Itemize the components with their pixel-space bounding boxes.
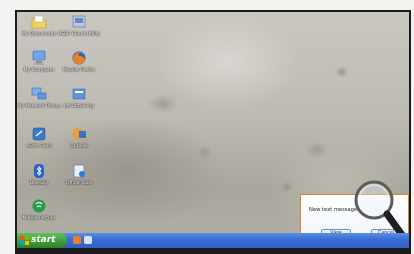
windows-logo-icon xyxy=(20,236,29,245)
desktop-icon-mobile-partner[interactable]: Mobile Partner xyxy=(17,198,61,221)
folder-icon xyxy=(31,15,47,29)
start-button[interactable]: start xyxy=(17,233,67,248)
icon-label: eSafe Tools xyxy=(26,144,52,149)
firefox-icon xyxy=(72,51,86,65)
outlook-icon xyxy=(72,128,86,140)
desktop: My Documents My Computer My Network Plac… xyxy=(17,12,409,248)
desktop-icon-my-computer[interactable]: My Computer xyxy=(17,50,61,73)
network-icon xyxy=(31,87,47,100)
icon-label: Mozilla Firefox xyxy=(62,68,96,73)
tools-icon xyxy=(32,127,46,141)
desktop-icon-jet-obtaining[interactable]: Jet Obtaining xyxy=(57,86,101,109)
desktop-icon-mozilla-firefox[interactable]: Mozilla Firefox xyxy=(57,50,101,73)
monitor-bezel: My Documents My Computer My Network Plac… xyxy=(15,10,411,254)
desktop-icon-my-network-places[interactable]: My Network Places xyxy=(17,86,61,109)
icon-label: My Computer xyxy=(23,68,55,73)
icon-label: My Documents xyxy=(21,32,57,37)
icon-label: My Network Places xyxy=(17,104,61,109)
office-icon xyxy=(73,164,85,178)
icon-label: Mobile Partner xyxy=(22,216,56,221)
mobile-partner-icon xyxy=(32,199,46,213)
firefox-quicklaunch-icon[interactable] xyxy=(73,236,81,244)
desktop-icon-usbc-client-utility[interactable]: USBC Client Utility xyxy=(57,14,101,37)
desktop-icon-my-documents[interactable]: My Documents xyxy=(17,14,61,37)
icon-label: Outlook xyxy=(70,144,88,149)
photo-background: My Documents My Computer My Network Plac… xyxy=(0,0,414,254)
desktop-icon-bluesky[interactable]: BlueSky xyxy=(17,163,61,186)
taskbar: start xyxy=(17,233,409,248)
icon-label: USBC Client Utility xyxy=(57,32,101,37)
icon-label: Office Tools xyxy=(65,181,93,186)
computer-icon xyxy=(32,50,46,65)
icon-label: BlueSky xyxy=(29,181,49,186)
app-icon xyxy=(72,88,86,100)
notification-message: New text message xyxy=(309,207,358,213)
start-label: start xyxy=(31,235,56,245)
desktop-icon-esafe-tools[interactable]: eSafe Tools xyxy=(17,126,61,149)
desktop-icon-outlook[interactable]: Outlook xyxy=(57,126,101,149)
ie-quicklaunch-icon[interactable] xyxy=(84,236,92,244)
utility-icon xyxy=(72,15,86,28)
bluetooth-icon xyxy=(34,164,44,178)
desktop-icon-office-tools[interactable]: Office Tools xyxy=(57,163,101,186)
icon-label: Jet Obtaining xyxy=(64,104,94,109)
